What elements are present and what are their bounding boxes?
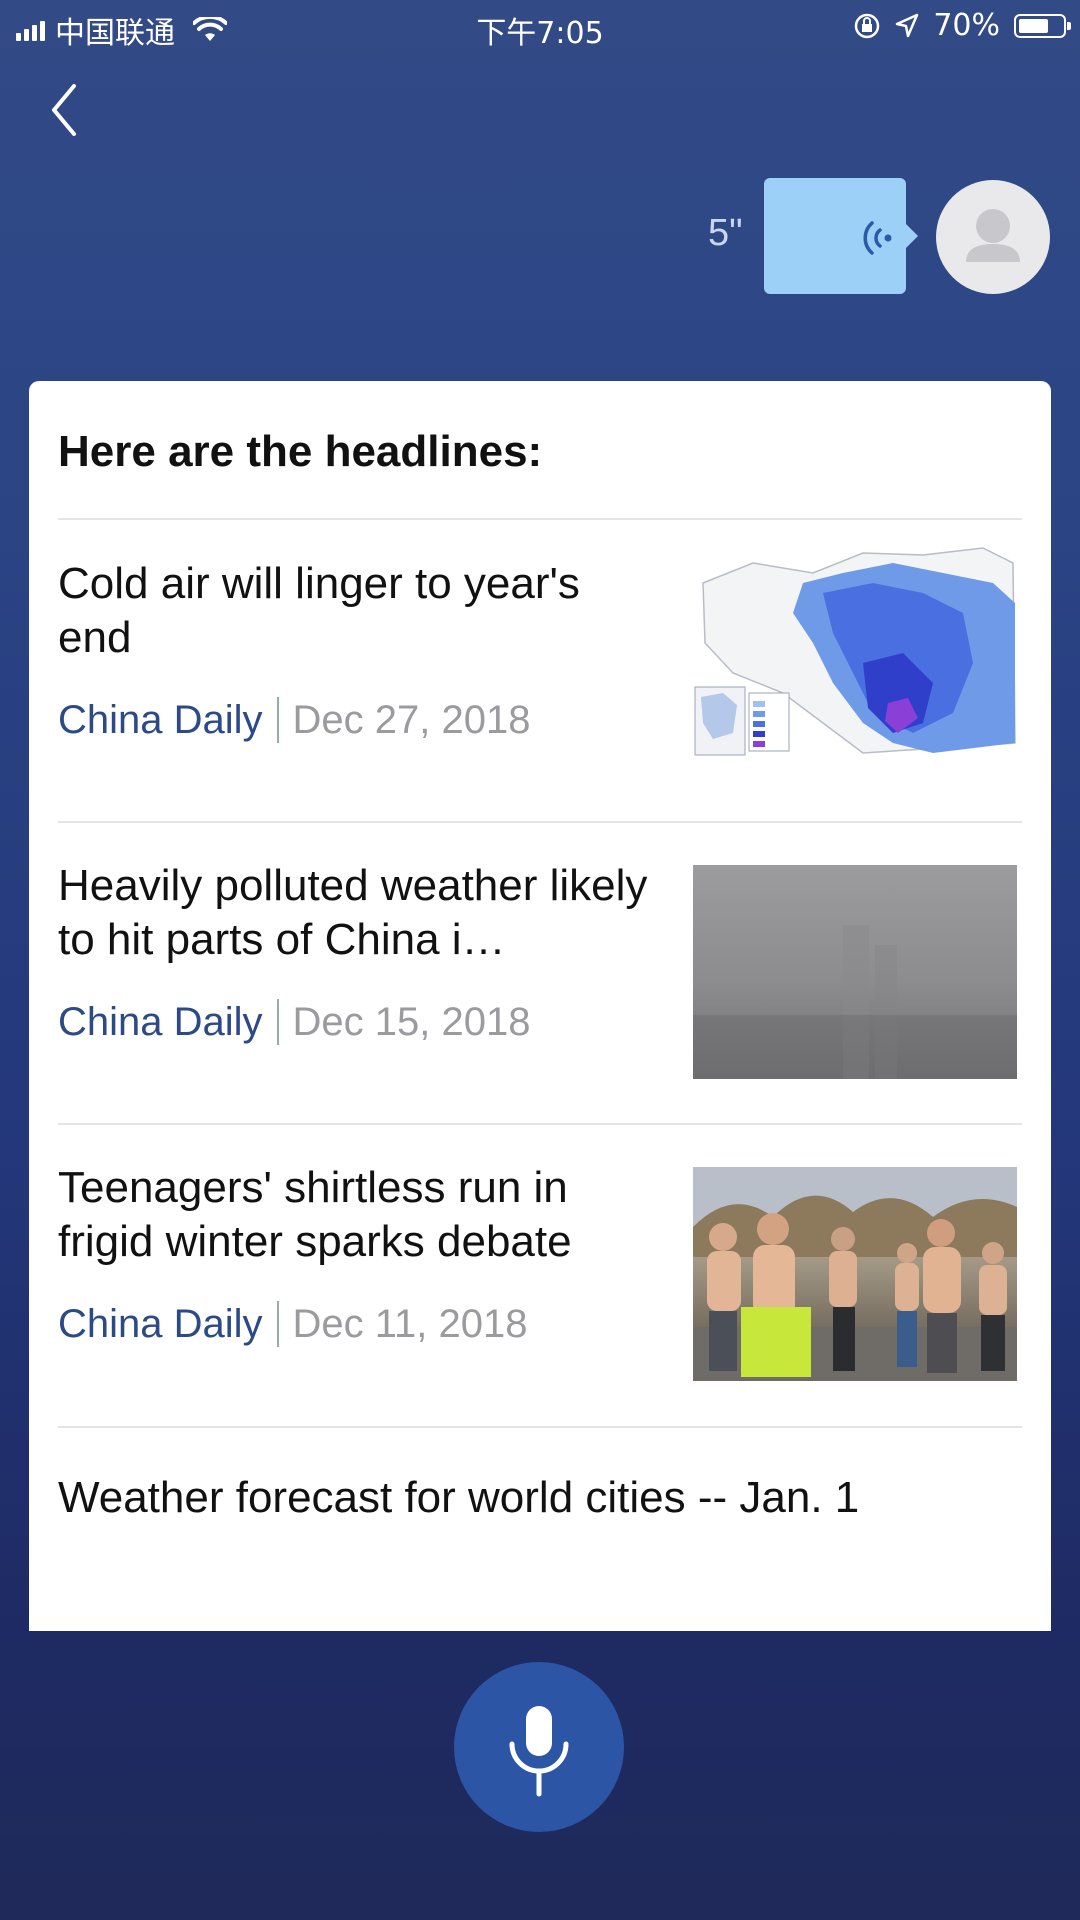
card-title: Here are the headlines:	[58, 427, 543, 476]
meta-separator	[276, 999, 279, 1045]
location-icon	[896, 13, 919, 37]
news-item[interactable]: Teenagers' shirtless run in frigid winte…	[29, 1125, 1051, 1425]
divider	[58, 518, 1022, 520]
battery-fill	[1019, 18, 1049, 33]
divider	[58, 1426, 1022, 1428]
microphone-icon	[509, 1706, 569, 1797]
news-source: China Daily	[58, 999, 263, 1044]
avatar[interactable]	[936, 180, 1050, 294]
news-item[interactable]: Cold air will linger to year's end China…	[29, 521, 1051, 821]
news-title[interactable]: Weather forecast for world cities -- Jan…	[58, 1473, 859, 1523]
news-source: China Daily	[58, 697, 263, 742]
news-meta: China Daily Dec 11, 2018	[58, 1301, 528, 1347]
status-right: 70%	[853, 8, 1071, 43]
weather-map-image	[693, 543, 1017, 759]
news-title: Heavily polluted weather likely to hit p…	[58, 861, 648, 964]
meta-separator	[276, 1301, 279, 1347]
battery-icon	[1014, 13, 1071, 38]
smog-image	[693, 865, 1017, 1079]
voice-wave-icon	[863, 221, 892, 255]
voice-duration: 5"	[708, 212, 743, 254]
headlines-card: Here are the headlines: Cold air will li…	[29, 381, 1051, 1631]
chevron-left-icon	[52, 84, 76, 136]
news-source: China Daily	[58, 1301, 263, 1346]
runners-image	[693, 1167, 1017, 1381]
news-item[interactable]: Heavily polluted weather likely to hit p…	[29, 823, 1051, 1123]
user-icon	[966, 209, 1020, 262]
news-date: Dec 15, 2018	[292, 999, 531, 1044]
voice-message-bubble[interactable]	[764, 178, 918, 294]
news-date: Dec 27, 2018	[292, 697, 531, 742]
microphone-button[interactable]	[454, 1662, 624, 1832]
meta-separator	[276, 697, 279, 743]
news-title: Cold air will linger to year's end	[58, 559, 580, 662]
orientation-lock-icon	[855, 13, 880, 38]
status-bar: 中国联通 下午7:05 70%	[0, 0, 1080, 56]
news-title: Teenagers' shirtless run in frigid winte…	[58, 1163, 572, 1266]
battery-percent: 70%	[933, 8, 1000, 43]
news-meta: China Daily Dec 15, 2018	[58, 999, 530, 1045]
news-meta: China Daily Dec 27, 2018	[58, 697, 530, 743]
news-date: Dec 11, 2018	[292, 1301, 528, 1346]
back-button[interactable]	[44, 78, 92, 142]
